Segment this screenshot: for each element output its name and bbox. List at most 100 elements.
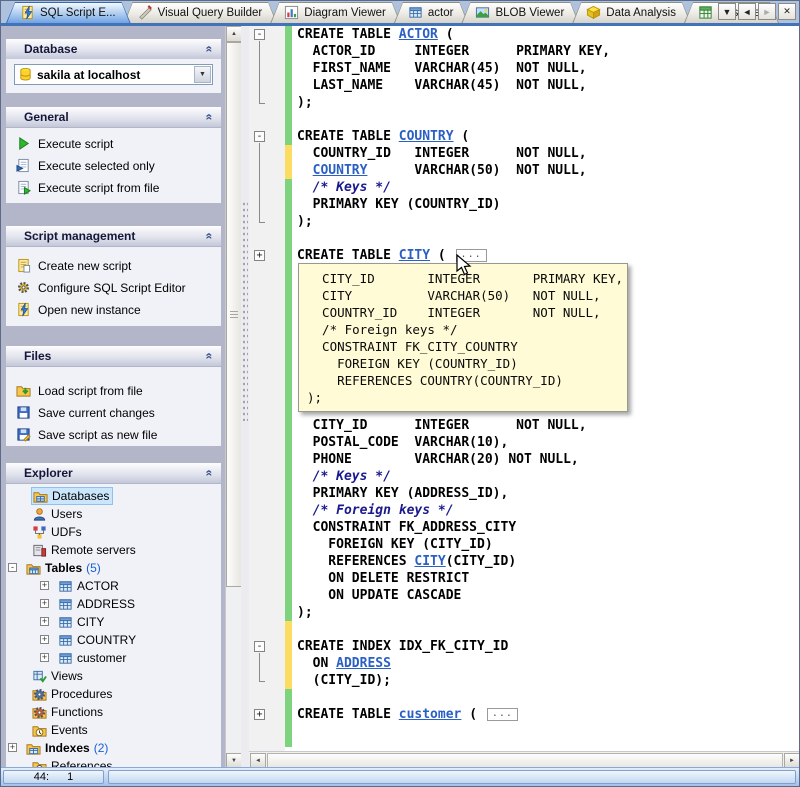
object-link[interactable]: customer	[399, 707, 462, 722]
tree-item-udfs[interactable]: UDFs	[6, 523, 221, 541]
tab-label: Visual Query Builder	[158, 7, 263, 19]
code-line: CONSTRAINT FK_ADDRESS_CITY	[297, 519, 800, 536]
action-configure-sql-script-editor[interactable]: Configure SQL Script Editor	[6, 277, 221, 299]
collapse-chevron-icon[interactable]: «	[203, 470, 217, 477]
tab-label: Data Analysis	[606, 7, 676, 19]
functions-icon	[32, 705, 47, 720]
tree-item-procedures[interactable]: Procedures	[6, 685, 221, 703]
database-section-header[interactable]: Database «	[6, 39, 221, 59]
scrollbar-up-arrow[interactable]: ▲	[226, 26, 242, 42]
action-create-new-script[interactable]: Create new script	[6, 255, 221, 277]
tree-item-city[interactable]: +CITY	[6, 613, 221, 631]
sql-code: CREATE TABLE	[297, 129, 399, 144]
tab-blob-viewer[interactable]: BLOB Viewer	[461, 2, 579, 23]
files-section-title: Files	[24, 349, 206, 363]
tab-data-analysis[interactable]: Data Analysis	[572, 2, 691, 23]
udfs-icon	[32, 525, 47, 540]
tree-expander-plus[interactable]: +	[8, 743, 17, 752]
tree-item-databases[interactable]: Databases	[6, 487, 221, 505]
action-open-new-instance[interactable]: Open new instance	[6, 299, 221, 321]
tree-item-country[interactable]: +COUNTRY	[6, 631, 221, 649]
collapse-chevron-icon[interactable]: «	[203, 353, 217, 360]
script-management-section-header[interactable]: Script management «	[6, 226, 221, 246]
collapse-chevron-icon[interactable]: «	[203, 233, 217, 240]
tree-item-indexes[interactable]: +Indexes(2)	[6, 739, 221, 757]
general-section-header[interactable]: General «	[6, 107, 221, 127]
action-label: Create new script	[38, 259, 131, 273]
tab-actor[interactable]: actor	[394, 2, 469, 23]
tree-item-label: Views	[51, 669, 83, 683]
sidebar-scrollbar[interactable]: ▲ ▼	[225, 26, 241, 769]
tab-diagram-viewer[interactable]: Diagram Viewer	[270, 2, 401, 23]
fold-toggle-collapse[interactable]: -	[254, 641, 265, 652]
collapsed-fold-ellipsis[interactable]: ...	[487, 708, 518, 721]
fold-toggle-collapse[interactable]: -	[254, 29, 265, 40]
sidebar-editor-splitter[interactable]	[241, 26, 249, 769]
files-section-header[interactable]: Files «	[6, 346, 221, 366]
tree-item-customer[interactable]: +customer	[6, 649, 221, 667]
tree-item-tables[interactable]: -Tables(5)	[6, 559, 221, 577]
action-execute-script-from-file[interactable]: Execute script from file	[6, 177, 221, 199]
sql-code: VARCHAR(50) NOT NULL,	[367, 163, 586, 178]
action-save-script-as-new-file[interactable]: Save script as new file	[6, 424, 221, 446]
sql-comment: /* Keys */	[297, 180, 391, 195]
object-link[interactable]: CITY	[399, 248, 430, 263]
collapse-chevron-icon[interactable]: «	[203, 46, 217, 53]
tree-item-address[interactable]: +ADDRESS	[6, 595, 221, 613]
sql-code-editor[interactable]: --+-+ CREATE TABLE ACTOR ( ACTOR_ID INTE…	[249, 26, 800, 751]
tree-item-label: Procedures	[51, 687, 112, 701]
close-tab-button[interactable]: ✕	[778, 3, 796, 20]
code-line: /* Keys */	[297, 468, 800, 485]
sql-code: POSTAL_CODE VARCHAR(10),	[297, 435, 508, 450]
code-line: COUNTRY VARCHAR(50) NOT NULL,	[297, 162, 800, 179]
action-save-current-changes[interactable]: Save current changes	[6, 402, 221, 424]
fold-toggle-collapse[interactable]: -	[254, 131, 265, 142]
users-icon	[32, 507, 47, 522]
status-bar: 44: 1	[1, 767, 799, 786]
collapse-chevron-icon[interactable]: «	[203, 114, 217, 121]
scrollbar-thumb[interactable]	[226, 42, 242, 587]
general-section-title: General	[24, 110, 206, 124]
tree-item-actor[interactable]: +ACTOR	[6, 577, 221, 595]
sql-comment: /* Keys */	[297, 469, 391, 484]
scroll-tabs-right-button[interactable]: ►	[758, 3, 776, 20]
scroll-tabs-left-button[interactable]: ◄	[738, 3, 756, 20]
tree-item-views[interactable]: Views	[6, 667, 221, 685]
action-load-script-from-file[interactable]: Load script from file	[6, 380, 221, 402]
fold-toggle-expand[interactable]: +	[254, 709, 265, 720]
tree-expander-plus[interactable]: +	[40, 617, 49, 626]
action-execute-script[interactable]: Execute script	[6, 133, 221, 155]
tree-expander-plus[interactable]: +	[40, 599, 49, 608]
tab-visual-query-builder[interactable]: Visual Query Builder	[124, 2, 278, 23]
tree-item-events[interactable]: Events	[6, 721, 221, 739]
fold-toggle-expand[interactable]: +	[254, 250, 265, 261]
tree-expander-plus[interactable]: +	[40, 635, 49, 644]
tree-expander-plus[interactable]: +	[40, 653, 49, 662]
tab-sql-script-e[interactable]: SQL Script E...	[6, 2, 131, 23]
object-link[interactable]: CITY	[414, 554, 445, 569]
sql-code: (	[454, 129, 470, 144]
object-link[interactable]: COUNTRY	[399, 129, 454, 144]
code-line: CREATE TABLE ACTOR (	[297, 26, 800, 43]
code-line: CREATE TABLE CITY ( ...	[297, 247, 800, 264]
object-link[interactable]: ACTOR	[399, 27, 438, 42]
new-instance-icon	[16, 302, 32, 318]
tree-item-users[interactable]: Users	[6, 505, 221, 523]
combo-dropdown-button[interactable]: ▼	[194, 66, 211, 83]
tree-item-functions[interactable]: Functions	[6, 703, 221, 721]
tree-item-count: (2)	[94, 741, 109, 755]
action-execute-selected-only[interactable]: Execute selected only	[6, 155, 221, 177]
execute-from-file-icon	[16, 180, 32, 196]
object-link[interactable]: COUNTRY	[313, 163, 368, 178]
explorer-section-header[interactable]: Explorer «	[6, 463, 221, 483]
right-arrow-icon: ►	[763, 7, 772, 17]
object-link[interactable]: ADDRESS	[336, 656, 391, 671]
tree-item-remote-servers[interactable]: Remote servers	[6, 541, 221, 559]
tab-list-button[interactable]: ▼	[718, 3, 736, 20]
tree-expander-plus[interactable]: +	[40, 581, 49, 590]
tree-expander-minus[interactable]: -	[8, 563, 17, 572]
code-line: FOREIGN KEY (CITY_ID)	[297, 536, 800, 553]
database-combo[interactable]: sakila at localhost ▼	[14, 64, 213, 85]
sql-code: CITY_ID INTEGER NOT NULL,	[297, 418, 587, 433]
code-line	[297, 230, 800, 247]
